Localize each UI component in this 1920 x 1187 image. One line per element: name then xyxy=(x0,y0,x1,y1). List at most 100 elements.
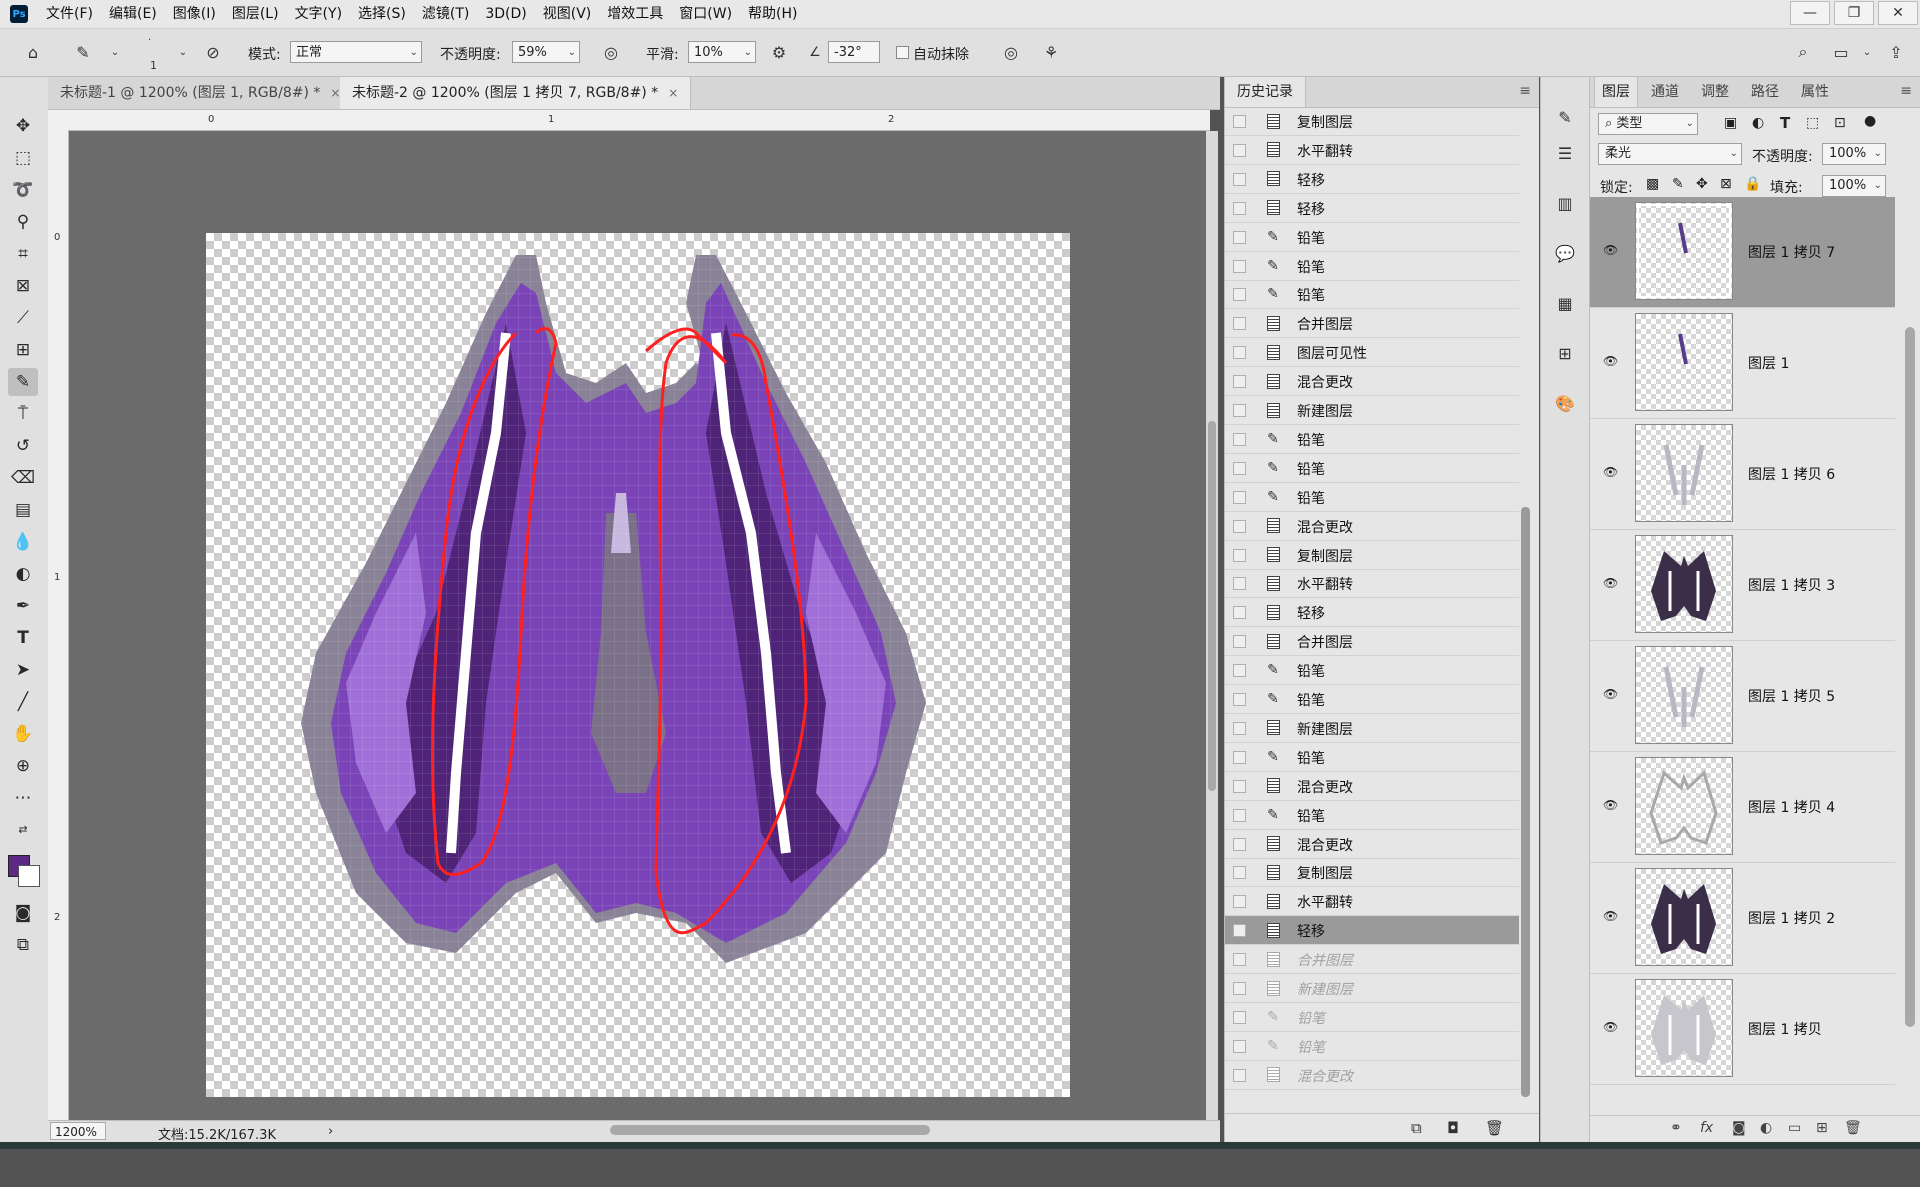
layer-row[interactable]: 👁 图层 1 拷贝 6 xyxy=(1590,419,1895,530)
layer-thumbnail[interactable] xyxy=(1635,535,1733,633)
history-item[interactable]: ✎ 铅笔 xyxy=(1225,656,1519,686)
background-color-swatch[interactable] xyxy=(18,865,40,887)
filter-toggle-icon[interactable]: ● xyxy=(1864,113,1876,129)
history-brush-tool-icon[interactable]: ↺ xyxy=(8,432,38,460)
scroll-thumb[interactable] xyxy=(1521,507,1530,1097)
adjustment-layer-icon[interactable]: ◐ xyxy=(1760,1120,1772,1136)
layer-thumbnail[interactable] xyxy=(1635,979,1733,1077)
history-snapshot-checkbox[interactable] xyxy=(1233,606,1246,620)
history-item[interactable]: ✎ 铅笔 xyxy=(1225,252,1519,281)
pencil-preset-icon[interactable]: ✎ xyxy=(72,41,94,63)
history-item[interactable]: ✎ 铅笔 xyxy=(1225,1003,1519,1032)
more-tools-icon[interactable]: ⋯ xyxy=(8,784,38,812)
history-snapshot-checkbox[interactable] xyxy=(1233,808,1246,822)
filter-shape-icon[interactable]: ⬚ xyxy=(1806,115,1819,131)
dodge-tool-icon[interactable]: ◐ xyxy=(8,560,38,588)
workspace-icon[interactable]: ▭ xyxy=(1830,41,1852,63)
history-scrollbar[interactable] xyxy=(1517,107,1535,1107)
angle-field[interactable]: -32° xyxy=(828,41,880,63)
lock-pixels-icon[interactable]: ✎ xyxy=(1672,176,1684,192)
tab-layers[interactable]: 图层 xyxy=(1594,77,1638,107)
layer-name[interactable]: 图层 1 拷贝 2 xyxy=(1748,908,1835,928)
history-snapshot-checkbox[interactable] xyxy=(1233,1039,1246,1053)
eyedropper-tool-icon[interactable]: ⟋ xyxy=(8,304,38,332)
trash-icon[interactable]: 🗑 xyxy=(1844,1120,1862,1136)
history-item[interactable]: 合并图层 xyxy=(1225,309,1519,339)
history-item[interactable]: ✎ 铅笔 xyxy=(1225,1032,1519,1061)
history-item[interactable]: ✎ 铅笔 xyxy=(1225,483,1519,512)
swatches-grid-icon[interactable]: ⊞ xyxy=(1553,341,1577,365)
history-snapshot-checkbox[interactable] xyxy=(1233,143,1246,157)
history-snapshot-checkbox[interactable] xyxy=(1233,201,1246,215)
layer-row[interactable]: 👁 图层 1 xyxy=(1590,308,1895,419)
gear-icon[interactable]: ⚙ xyxy=(768,41,790,63)
camera-icon[interactable]: ◘ xyxy=(1447,1119,1459,1137)
brush-panel-icon[interactable]: ⊘ xyxy=(202,41,224,63)
scroll-thumb[interactable] xyxy=(1208,421,1216,791)
chevron-down-icon[interactable]: ⌄ xyxy=(1856,41,1878,63)
history-item[interactable]: 合并图层 xyxy=(1225,945,1519,975)
layer-fill-field[interactable]: 100% ⌄ xyxy=(1822,175,1886,197)
history-snapshot-checkbox[interactable] xyxy=(1233,461,1246,475)
history-snapshot-checkbox[interactable] xyxy=(1233,577,1246,591)
history-item[interactable]: 混合更改 xyxy=(1225,772,1519,801)
lock-all-icon[interactable]: 🔒 xyxy=(1744,176,1761,192)
quick-select-tool-icon[interactable]: ⚲ xyxy=(8,208,38,236)
history-item[interactable]: ✎ 铅笔 xyxy=(1225,743,1519,772)
history-snapshot-checkbox[interactable] xyxy=(1233,288,1246,302)
layer-filter-select[interactable]: ⌕ 类型 ⌄ xyxy=(1598,113,1698,135)
layer-thumbnail[interactable] xyxy=(1635,868,1733,966)
history-item[interactable]: 混合更改 xyxy=(1225,367,1519,397)
close-icon[interactable]: × xyxy=(668,86,678,100)
home-icon[interactable]: ⌂ xyxy=(22,41,44,63)
history-snapshot-checkbox[interactable] xyxy=(1233,837,1246,851)
link-layers-icon[interactable]: ⚭ xyxy=(1670,1120,1682,1136)
tab-adjustments[interactable]: 调整 xyxy=(1694,77,1736,107)
timeline-icon[interactable]: ▦ xyxy=(1553,291,1577,315)
history-snapshot-checkbox[interactable] xyxy=(1233,259,1246,273)
history-item[interactable]: 轻移 xyxy=(1225,598,1519,628)
screen-mode-icon[interactable]: ⧉ xyxy=(8,931,38,959)
menu-edit[interactable]: 编辑(E) xyxy=(101,0,165,28)
layer-name[interactable]: 图层 1 xyxy=(1748,353,1789,373)
history-item[interactable]: 新建图层 xyxy=(1225,714,1519,743)
history-item[interactable]: ✎ 铅笔 xyxy=(1225,223,1519,252)
history-snapshot-checkbox[interactable] xyxy=(1233,519,1246,533)
history-item[interactable]: 新建图层 xyxy=(1225,396,1519,425)
history-item[interactable]: 混合更改 xyxy=(1225,830,1519,859)
menu-image[interactable]: 图像(I) xyxy=(165,0,224,28)
layer-row[interactable]: 👁 图层 1 拷贝 2 xyxy=(1590,863,1895,974)
history-snapshot-checkbox[interactable] xyxy=(1233,346,1246,360)
history-item[interactable]: 水平翻转 xyxy=(1225,136,1519,165)
minimize-button[interactable]: — xyxy=(1790,1,1830,25)
adjust-sliders-icon[interactable]: ☰ xyxy=(1553,141,1577,165)
history-item[interactable]: 轻移 xyxy=(1225,916,1519,946)
fx-icon[interactable]: fx xyxy=(1700,1120,1713,1136)
scroll-thumb[interactable] xyxy=(610,1125,930,1135)
layer-row[interactable]: 👁 图层 1 拷贝 5 xyxy=(1590,641,1895,752)
layer-name[interactable]: 图层 1 拷贝 7 xyxy=(1748,242,1835,262)
menu-help[interactable]: 帮助(H) xyxy=(740,0,805,28)
smoothing-field[interactable]: 10% ⌄ xyxy=(688,41,756,63)
pen-tool-icon[interactable]: ✒ xyxy=(8,592,38,620)
layer-row[interactable]: 👁 图层 1 拷贝 4 xyxy=(1590,752,1895,863)
new-document-from-state-icon[interactable]: ⧉ xyxy=(1411,1119,1422,1137)
panel-menu-icon[interactable]: ≡ xyxy=(1519,83,1531,99)
new-group-icon[interactable]: ▭ xyxy=(1788,1120,1801,1136)
menu-layer[interactable]: 图层(L) xyxy=(224,0,287,28)
blend-mode-select[interactable]: 柔光 ⌄ xyxy=(1598,143,1742,165)
zoom-tool-icon[interactable]: ⊕ xyxy=(8,752,38,780)
layer-name[interactable]: 图层 1 拷贝 5 xyxy=(1748,686,1835,706)
trash-icon[interactable]: 🗑 xyxy=(1485,1119,1504,1137)
comments-icon[interactable]: 💬 xyxy=(1553,241,1577,265)
auto-erase-checkbox[interactable] xyxy=(896,46,909,59)
eye-icon[interactable]: 👁 xyxy=(1603,687,1619,701)
tab-document-1[interactable]: 未标题-1 @ 1200% (图层 1, RGB/8#) * × xyxy=(48,77,354,109)
eraser-tool-icon[interactable]: ⌫ xyxy=(8,464,38,492)
layer-opacity-field[interactable]: 100% ⌄ xyxy=(1822,143,1886,165)
layer-row[interactable]: 👁 图层 1 拷贝 3 xyxy=(1590,530,1895,641)
pencil-tool-icon[interactable]: ✎ xyxy=(8,368,38,396)
document-canvas[interactable] xyxy=(206,233,1070,1097)
history-snapshot-checkbox[interactable] xyxy=(1233,750,1246,764)
history-item[interactable]: 混合更改 xyxy=(1225,1061,1519,1090)
